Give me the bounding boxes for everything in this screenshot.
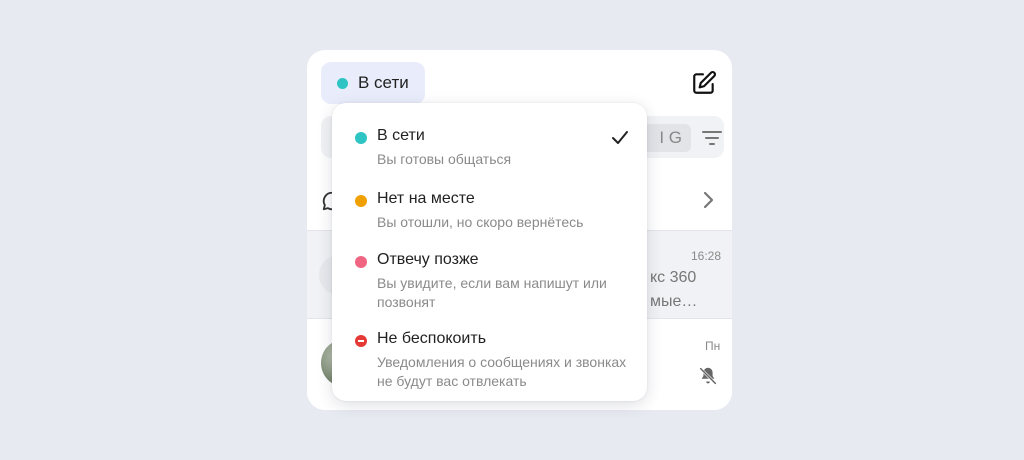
status-dropdown-menu: В сети Вы готовы общаться Нет на месте В… bbox=[332, 103, 647, 401]
status-option-title: В сети bbox=[377, 127, 425, 144]
filter-icon bbox=[702, 131, 722, 145]
bell-off-icon bbox=[699, 367, 717, 385]
status-away-dot bbox=[355, 195, 367, 207]
status-option-title: Отвечу позже bbox=[377, 251, 479, 268]
status-option-subtitle: Вы готовы общаться bbox=[377, 151, 512, 167]
filter-button[interactable] bbox=[701, 128, 723, 148]
status-button[interactable]: В сети bbox=[321, 62, 425, 104]
status-option-online[interactable]: В сети Вы готовы общаться bbox=[332, 127, 647, 171]
status-option-dnd[interactable]: Не беспокоить Уведомления о сообщениях и… bbox=[332, 330, 647, 390]
status-online-dot bbox=[337, 77, 348, 89]
status-busy-dot bbox=[355, 256, 367, 268]
compose-icon bbox=[693, 71, 716, 94]
search-shortcut-hint: I G bbox=[643, 124, 691, 152]
status-option-subtitle: Уведомления о сообщениях и звонках не бу… bbox=[377, 354, 627, 389]
status-option-subtitle: Вы отошли, но скоро вернётесь bbox=[377, 214, 584, 230]
status-option-title: Не беспокоить bbox=[377, 330, 487, 347]
status-option-busy[interactable]: Отвечу позже Вы увидите, если вам напишу… bbox=[332, 251, 647, 311]
checkmark-icon bbox=[612, 131, 628, 144]
chat-time: 16:28 bbox=[691, 249, 722, 263]
chat-day: Пн bbox=[705, 339, 721, 353]
status-option-title: Нет на месте bbox=[377, 190, 475, 207]
status-label: В сети bbox=[358, 73, 409, 92]
status-option-away[interactable]: Нет на месте Вы отошли, но скоро вернёте… bbox=[332, 190, 647, 234]
chevron-right-icon[interactable] bbox=[700, 190, 716, 210]
compose-button[interactable] bbox=[689, 68, 719, 98]
status-online-dot bbox=[355, 132, 367, 144]
chat-preview-line: мые… bbox=[650, 293, 698, 310]
do-not-disturb-icon bbox=[355, 335, 367, 347]
chat-preview-line: кс 360 bbox=[650, 269, 697, 286]
status-option-subtitle: Вы увидите, если вам напишут или позвоня… bbox=[377, 275, 607, 310]
